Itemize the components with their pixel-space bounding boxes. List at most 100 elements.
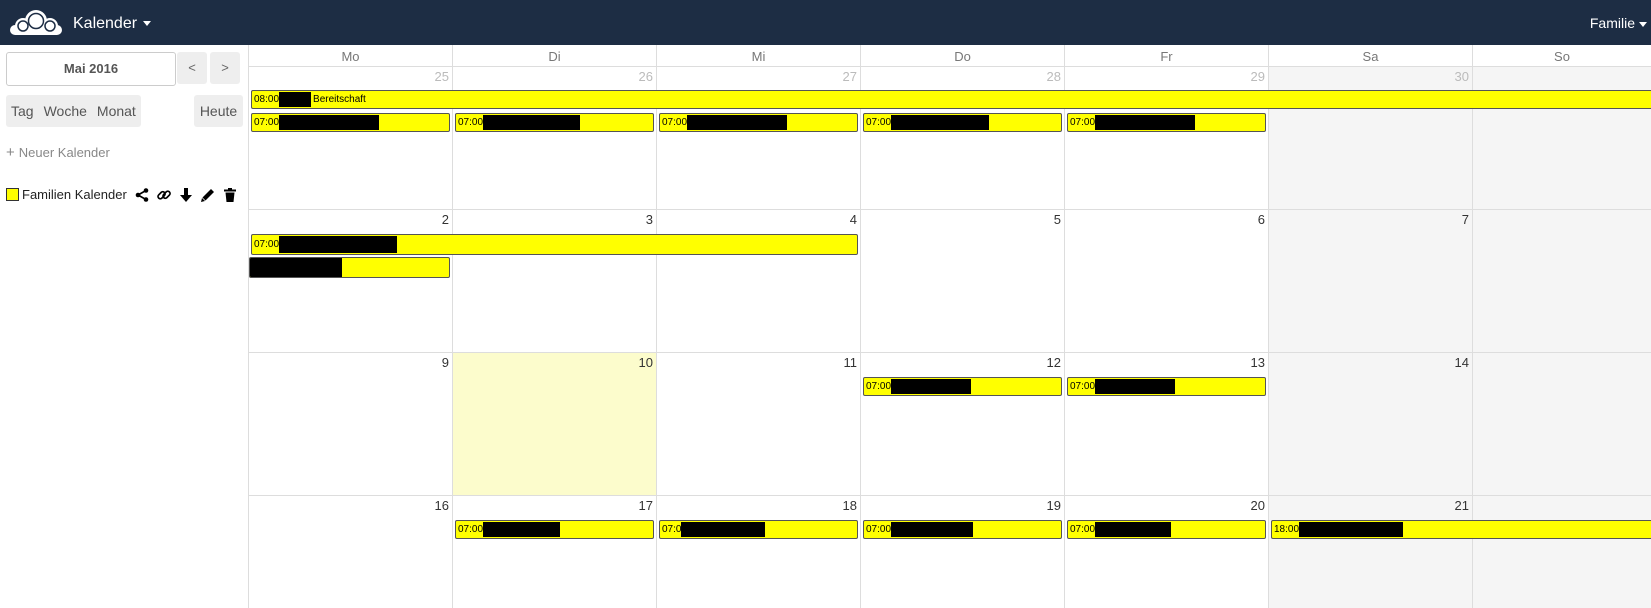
day-cell[interactable]: 3 xyxy=(453,210,657,353)
day-cell[interactable] xyxy=(1473,353,1651,496)
weekday-header-di: Di xyxy=(453,45,657,67)
event-time: 07:00 xyxy=(1070,524,1096,535)
event-time: 07:00 xyxy=(1070,381,1096,392)
calendar-list-item[interactable]: Familien Kalender xyxy=(6,186,246,204)
event-time: 07:00 xyxy=(458,117,484,128)
day-cell[interactable]: 17 xyxy=(453,496,657,608)
day-cell[interactable]: 30 xyxy=(1269,67,1473,210)
day-cell[interactable]: 25 xyxy=(249,67,453,210)
day-cell[interactable]: 4 xyxy=(657,210,861,353)
day-cell[interactable]: 18 xyxy=(657,496,861,608)
day-number: 2 xyxy=(441,212,449,227)
next-button[interactable]: > xyxy=(210,52,240,84)
calendar-name: Familien Kalender xyxy=(22,187,127,202)
day-number: 13 xyxy=(1250,355,1265,370)
day-number: 7 xyxy=(1461,212,1469,227)
today-button[interactable]: Heute xyxy=(194,95,243,127)
event-time: 07:00 xyxy=(254,239,280,250)
calendar-event[interactable]: 07:00 xyxy=(1067,377,1266,396)
calendar-event[interactable]: 07:00 xyxy=(455,113,654,132)
day-number: 20 xyxy=(1250,498,1265,513)
day-cell[interactable]: 29 xyxy=(1065,67,1269,210)
day-number: 19 xyxy=(1046,498,1061,513)
event-time: 18:00 xyxy=(1274,524,1300,535)
previous-button[interactable]: < xyxy=(177,52,207,84)
day-cell[interactable]: 2 xyxy=(249,210,453,353)
redacted-block xyxy=(1095,522,1172,537)
day-cell[interactable]: 16 xyxy=(249,496,453,608)
user-menu[interactable]: Familie xyxy=(1590,0,1647,45)
day-cell[interactable]: 26 xyxy=(453,67,657,210)
top-bar: Kalender Familie xyxy=(0,0,1651,45)
view-day-button[interactable]: Tag xyxy=(6,95,39,127)
day-cell[interactable]: 9 xyxy=(249,353,453,496)
calendar-event[interactable]: 07:00 xyxy=(863,377,1062,396)
redacted-block xyxy=(687,115,788,130)
day-number: 11 xyxy=(843,355,858,370)
calendar-color-swatch[interactable] xyxy=(6,188,19,201)
day-cell-today[interactable]: 10 xyxy=(453,353,657,496)
calendar-event[interactable]: 08:00 Bereitschaft xyxy=(251,90,1651,109)
day-number: 27 xyxy=(842,69,857,84)
weekday-header-so: So xyxy=(1473,45,1651,67)
event-time: 07:00 xyxy=(1070,117,1096,128)
calendar-event[interactable]: 07:00 xyxy=(863,520,1062,539)
event-time: 07:00 xyxy=(662,117,688,128)
owncloud-logo-icon[interactable] xyxy=(10,8,62,38)
day-cell[interactable]: 5 xyxy=(861,210,1065,353)
day-number: 30 xyxy=(1454,69,1469,84)
day-number: 3 xyxy=(645,212,653,227)
day-cell[interactable]: 12 xyxy=(861,353,1065,496)
new-calendar-label: Neuer Kalender xyxy=(18,145,110,160)
new-calendar-button[interactable]: + Neuer Kalender xyxy=(6,144,110,162)
day-cell[interactable]: 6 xyxy=(1065,210,1269,353)
day-number: 10 xyxy=(638,355,653,370)
calendar-event[interactable]: 07:00 xyxy=(863,113,1062,132)
app-menu-toggle[interactable]: Kalender xyxy=(73,0,152,45)
calendar-event[interactable]: 18:00 xyxy=(1271,520,1651,539)
view-month-button[interactable]: Monat xyxy=(92,95,141,127)
day-number: 17 xyxy=(638,498,653,513)
event-time: 07:00 xyxy=(866,117,892,128)
day-number: 14 xyxy=(1454,355,1469,370)
day-cell[interactable]: 13 xyxy=(1065,353,1269,496)
calendar-event[interactable]: 07:00 xyxy=(659,113,858,132)
day-cell[interactable]: 11 xyxy=(657,353,861,496)
weekday-header-do: Do xyxy=(861,45,1065,67)
day-cell[interactable] xyxy=(1473,496,1651,608)
day-cell[interactable]: 28 xyxy=(861,67,1065,210)
weekday-header-fr: Fr xyxy=(1065,45,1269,67)
trash-icon[interactable] xyxy=(222,187,238,203)
redacted-block xyxy=(891,522,974,537)
month-picker[interactable]: Mai 2016 xyxy=(6,52,176,86)
day-number: 6 xyxy=(1257,212,1265,227)
day-cell[interactable]: 27 xyxy=(657,67,861,210)
calendar-event[interactable]: 07:0 xyxy=(659,520,858,539)
day-cell[interactable] xyxy=(1473,67,1651,210)
redacted-block xyxy=(681,522,766,537)
redacted-block xyxy=(1095,115,1196,130)
day-number: 21 xyxy=(1454,498,1469,513)
redacted-block xyxy=(279,92,312,107)
view-week-button[interactable]: Woche xyxy=(39,95,92,127)
day-cell[interactable]: 7 xyxy=(1269,210,1473,353)
calendar-event[interactable]: 07:00 xyxy=(251,113,450,132)
day-cell[interactable]: 14 xyxy=(1269,353,1473,496)
day-cell[interactable]: 19 xyxy=(861,496,1065,608)
redacted-block xyxy=(250,258,342,277)
download-icon[interactable] xyxy=(178,187,194,203)
redacted-block xyxy=(483,115,581,130)
caret-down-icon xyxy=(1639,21,1647,27)
share-icon[interactable] xyxy=(134,187,150,203)
edit-pencil-icon[interactable] xyxy=(200,187,216,203)
calendar-event[interactable]: 07:00 xyxy=(1067,113,1266,132)
calendar-event[interactable]: 07:00 xyxy=(455,520,654,539)
day-cell[interactable]: 20 xyxy=(1065,496,1269,608)
calendar-event[interactable]: 07:00 xyxy=(251,234,858,255)
link-icon[interactable] xyxy=(156,187,172,203)
day-cell[interactable] xyxy=(1473,210,1651,353)
calendar-event[interactable] xyxy=(249,257,450,278)
calendar-event[interactable]: 07:00 xyxy=(1067,520,1266,539)
day-cell[interactable]: 21 xyxy=(1269,496,1473,608)
redacted-block xyxy=(483,522,561,537)
